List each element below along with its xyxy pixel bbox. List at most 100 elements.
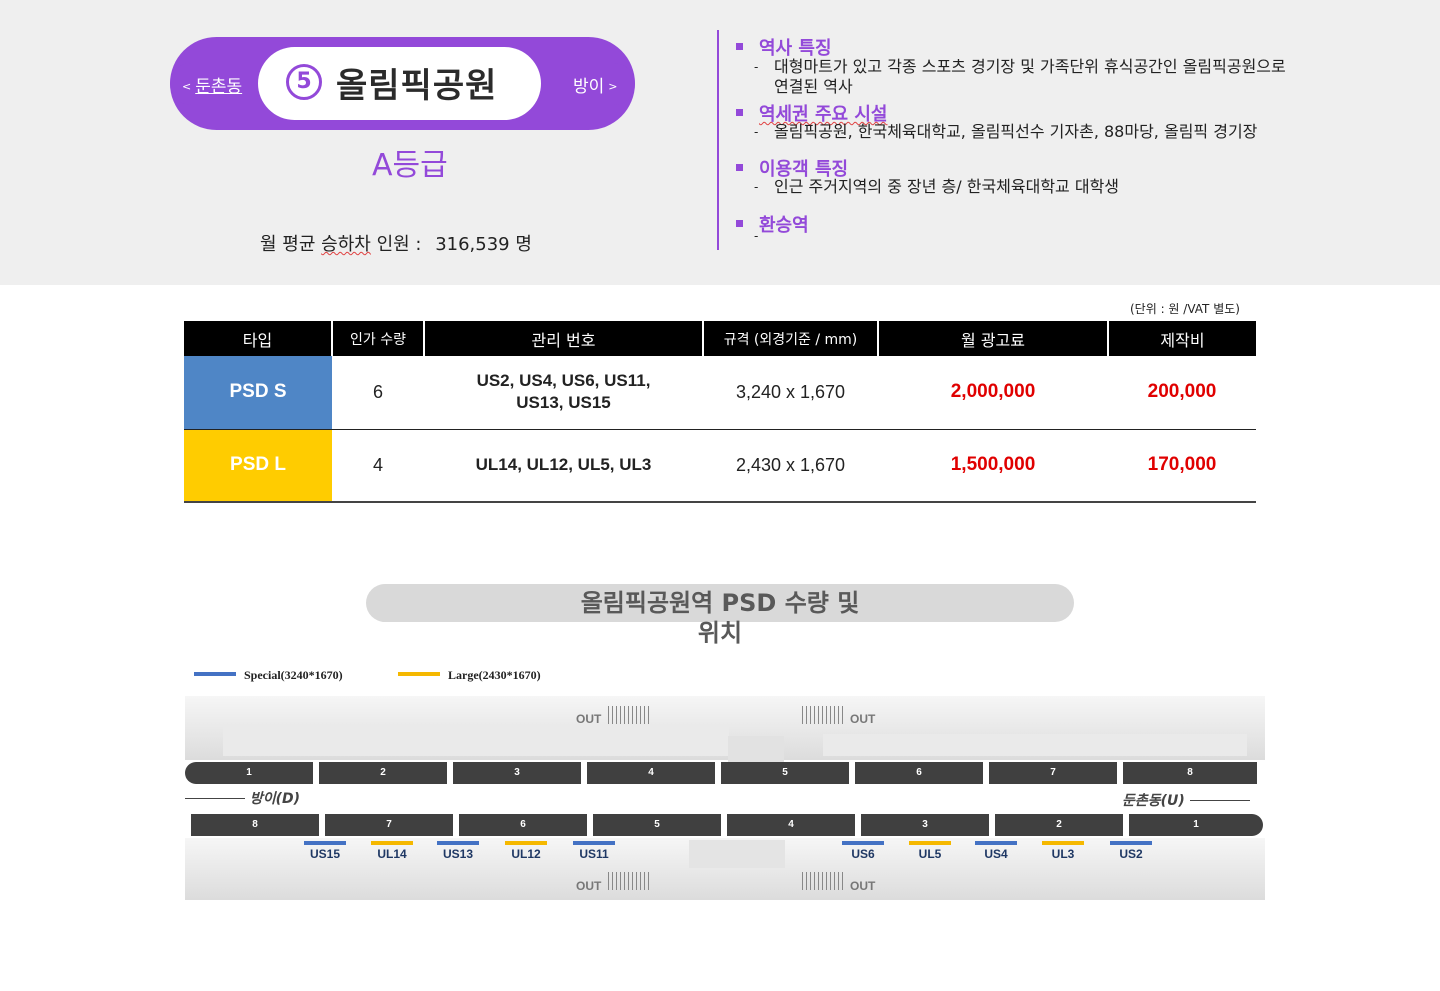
stairs-icon <box>608 706 650 724</box>
feature-title-text: 역사 특징 <box>759 38 832 59</box>
size-cell: 2,430 x 1,670 <box>703 429 878 503</box>
legend-label: Large(2430*1670) <box>448 668 541 682</box>
train-car: 1 <box>185 762 313 784</box>
psd-marker-us6 <box>842 841 884 845</box>
psd-marker-label: UL3 <box>1051 847 1075 861</box>
section-title: 올림픽공원역 PSD 수량 및 위치 <box>366 588 1074 648</box>
psd-marker-label: US2 <box>1119 847 1143 861</box>
legend-swatch <box>194 672 236 676</box>
stairs-icon <box>802 872 844 890</box>
bullet-square-icon <box>736 43 743 50</box>
feature-desc-line: 대형마트가 있고 각종 스포츠 경기장 및 가족단위 휴식공간인 올림픽공원으로 <box>774 57 1286 76</box>
exit-label: OUT <box>576 712 602 726</box>
train-car: 8 <box>1123 762 1257 784</box>
stairs-icon <box>802 706 844 724</box>
feature-desc-users: - 인근 주거지역의 중 장년 층/ 한국체육대학교 대학생 <box>754 177 1120 196</box>
train-car: 1 <box>1129 814 1263 836</box>
feature-title-transfer: 환승역 <box>736 211 809 237</box>
qty-cell: 4 <box>332 429 424 503</box>
prev-station-link[interactable]: < 둔촌동 <box>178 72 242 97</box>
psd-marker-ul3 <box>1042 841 1084 845</box>
psd-marker-ul12 <box>505 841 547 845</box>
exit-label: OUT <box>576 879 602 893</box>
train-car: 7 <box>989 762 1117 784</box>
train-car: 2 <box>319 762 447 784</box>
col-header: 규격 (외경기준 / mm) <box>703 321 879 356</box>
price-table: 타입 인가 수량 관리 번호 규격 (외경기준 / mm) 월 광고료 제작비 … <box>184 321 1256 503</box>
ids-cell: US2, US4, US6, US11, US13, US15 <box>424 356 703 430</box>
train-car: 6 <box>855 762 983 784</box>
train-car: 6 <box>459 814 587 836</box>
psd-marker-ul5 <box>909 841 951 845</box>
platform-haze <box>728 736 784 762</box>
train-car: 8 <box>191 814 319 836</box>
prev-station-label: 둔촌동 <box>195 77 243 97</box>
psd-marker-us15 <box>304 841 346 845</box>
direction-left: 방이(D) <box>185 788 300 808</box>
platform-haze <box>823 734 1247 756</box>
psd-marker-label: US4 <box>984 847 1008 861</box>
cost-cell: 170,000 <box>1108 429 1256 503</box>
table-row: PSD L 4 UL14, UL12, UL5, UL3 2,430 x 1,6… <box>184 429 1256 503</box>
train-car: 3 <box>453 762 581 784</box>
exit-label: OUT <box>850 879 876 893</box>
psd-marker-us4 <box>975 841 1017 845</box>
fee-cell: 1,500,000 <box>878 429 1108 503</box>
psd-marker-us13 <box>437 841 479 845</box>
legend-large: Large(2430*1670) <box>398 668 541 683</box>
feature-desc-facilities: - 올림픽공원, 한국체육대학교, 올림픽선수 기자촌, 88마당, 올림픽 경… <box>754 122 1258 141</box>
train-car: 4 <box>727 814 855 836</box>
psd-marker-label: UL5 <box>918 847 942 861</box>
platform-haze <box>223 726 729 756</box>
unit-note: (단위 : 원 /VAT 별도) <box>1130 302 1240 316</box>
stairs-icon <box>608 872 650 890</box>
psd-marker-label: US15 <box>309 847 341 861</box>
train-car: 5 <box>721 762 849 784</box>
ids-line: US2, US4, US6, US11, <box>476 371 651 391</box>
train-car: 2 <box>995 814 1123 836</box>
feature-desc-line: 연결된 역사 <box>774 77 853 96</box>
psd-marker-us11 <box>573 841 615 845</box>
col-header: 제작비 <box>1108 321 1256 356</box>
psd-marker-label: UL14 <box>377 847 407 861</box>
bullet-square-icon <box>736 164 743 171</box>
section-title-line: 올림픽공원역 PSD 수량 및 <box>580 589 860 617</box>
ids-cell: UL14, UL12, UL5, UL3 <box>424 429 703 503</box>
col-header: 월 광고료 <box>878 321 1109 356</box>
direction-label: 둔촌동(U) <box>1122 793 1185 809</box>
psd-marker-label: US11 <box>579 847 609 861</box>
monthly-label: 월 평균 <box>260 234 316 255</box>
cost-cell: 200,000 <box>1108 356 1256 430</box>
bullet-square-icon <box>736 109 743 116</box>
psd-marker-label: US6 <box>851 847 875 861</box>
table-row: PSD S 6 US2, US4, US6, US11, US13, US15 3… <box>184 356 1256 430</box>
col-header: 타입 <box>184 321 333 356</box>
bullet-square-icon <box>736 220 743 227</box>
col-header: 인가 수량 <box>332 321 425 356</box>
feature-desc-line: 인근 주거지역의 중 장년 층/ 한국체육대학교 대학생 <box>774 177 1120 196</box>
monthly-passengers: 월 평균 승하차 인원 : 316,539 명 <box>260 230 532 256</box>
psd-marker-label: UL12 <box>511 847 541 861</box>
feature-desc-history: - 대형마트가 있고 각종 스포츠 경기장 및 가족단위 휴식공간인 올림픽공원… <box>754 57 1286 96</box>
psd-marker-ul14 <box>371 841 413 845</box>
exit-label: OUT <box>850 712 876 726</box>
ids-line: US13, US15 <box>516 393 611 413</box>
type-cell: PSD L <box>184 429 332 503</box>
station-number: 5 <box>286 64 322 100</box>
legend-swatch <box>398 672 440 676</box>
psd-marker-label: US13 <box>442 847 474 861</box>
table-header-row: 타입 인가 수량 관리 번호 규격 (외경기준 / mm) 월 광고료 제작비 <box>184 321 1256 356</box>
monthly-label-underlined: 승하차 <box>321 234 371 255</box>
station-name: 올림픽공원 <box>336 66 498 106</box>
next-station-link[interactable]: 방이 > <box>573 72 622 97</box>
train-car: 7 <box>325 814 453 836</box>
monthly-label-2: 인원 : <box>376 234 422 255</box>
feature-desc-line: 올림픽공원, 한국체육대학교, 올림픽선수 기자촌, 88마당, 올림픽 경기장 <box>774 122 1258 141</box>
panel-divider <box>717 30 719 250</box>
legend-special: Special(3240*1670) <box>194 668 343 683</box>
arrow-right-icon <box>1189 800 1250 801</box>
direction-right: 둔촌동(U) <box>1122 790 1250 810</box>
station-grade: A등급 <box>372 148 448 183</box>
fee-cell: 2,000,000 <box>878 356 1108 430</box>
platform-haze <box>689 840 785 868</box>
